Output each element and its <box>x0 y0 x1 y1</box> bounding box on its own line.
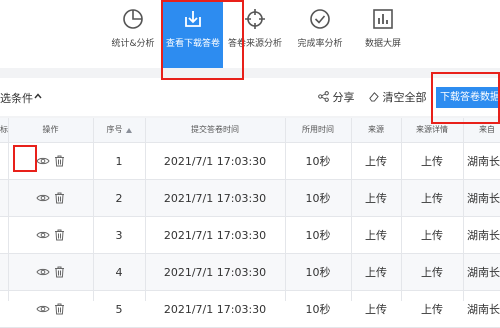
tool-completion-rate[interactable]: 完成率分析 <box>290 0 350 68</box>
column-header: 所用时间 <box>302 125 334 134</box>
source: 上传 <box>365 266 387 279</box>
source: 上传 <box>365 303 387 316</box>
column-header: 提交答卷时间 <box>191 125 239 134</box>
eye-icon[interactable] <box>36 304 50 314</box>
tool-view-download-responses[interactable]: 查看下载答卷 <box>163 0 223 68</box>
table-row: 2 2021/7/1 17:03:30 10秒 上传 上传 湖南长沙 <box>0 180 500 217</box>
pie-chart-icon <box>123 9 143 29</box>
tool-data-screen[interactable]: 数据大屏 <box>353 0 413 68</box>
table-row: 1 2021/7/1 17:03:30 10秒 上传 上传 湖南长沙 <box>0 143 500 180</box>
column-header-label: 序号 <box>106 125 123 134</box>
column-header: 来源 <box>368 125 384 134</box>
download-icon <box>185 11 201 27</box>
share-button[interactable]: 分享 <box>318 89 355 105</box>
column-divider <box>8 118 9 301</box>
source-detail: 上传 <box>421 303 443 316</box>
eye-icon[interactable] <box>36 267 50 277</box>
trash-icon[interactable] <box>54 192 65 204</box>
source-detail: 上传 <box>421 155 443 168</box>
share-icon <box>318 91 329 102</box>
row-actions <box>8 180 93 216</box>
column-header: 来源详情 <box>416 125 448 134</box>
share-label: 分享 <box>332 91 355 104</box>
row-actions <box>8 254 93 290</box>
row-index: 2 <box>115 191 123 205</box>
clear-all-label: 清空全部 <box>382 91 427 104</box>
trash-icon[interactable] <box>54 266 65 278</box>
eraser-icon <box>369 92 379 102</box>
submit-time: 2021/7/1 17:03:30 <box>163 191 267 205</box>
filter-conditions-toggle[interactable]: 选条件 <box>0 90 33 106</box>
table-header: 标 操作 序号 提交答卷时间 所用时间 来源 来源详情 来自 <box>0 118 500 143</box>
eye-icon[interactable] <box>36 156 50 166</box>
tool-label: 查看下载答卷 <box>165 39 220 49</box>
column-header-sortable[interactable]: 序号 <box>93 118 145 142</box>
table-row: 5 2021/7/1 17:03:30 10秒 上传 上传 湖南长沙 <box>0 291 500 328</box>
check-circle-icon <box>310 9 330 29</box>
time-spent: 10秒 <box>305 155 331 168</box>
row-actions <box>8 291 93 327</box>
column-header: 来自 <box>479 125 495 134</box>
row-actions <box>8 143 93 179</box>
column-divider <box>93 118 94 301</box>
from-location: 湖南长沙 <box>467 155 500 168</box>
source: 上传 <box>365 229 387 242</box>
submit-time: 2021/7/1 17:03:30 <box>163 302 267 316</box>
tool-label: 答卷来源分析 <box>227 39 282 49</box>
submit-time: 2021/7/1 17:03:30 <box>163 228 267 242</box>
source-detail: 上传 <box>421 229 443 242</box>
source-detail: 上传 <box>421 266 443 279</box>
eye-icon[interactable] <box>36 193 50 203</box>
source: 上传 <box>365 155 387 168</box>
submit-time: 2021/7/1 17:03:30 <box>163 154 267 168</box>
time-spent: 10秒 <box>305 192 331 205</box>
row-index: 3 <box>115 228 123 242</box>
row-actions <box>8 217 93 253</box>
column-divider <box>463 118 464 301</box>
top-toolbar: 统计&分析 查看下载答卷 答卷来源分析 完成率分析 数据大屏 <box>0 0 500 68</box>
column-divider <box>285 118 286 301</box>
clear-all-button[interactable]: 清空全部 <box>368 89 427 105</box>
trash-icon[interactable] <box>54 303 65 315</box>
time-spent: 10秒 <box>305 303 331 316</box>
eye-icon[interactable] <box>36 230 50 240</box>
column-divider <box>351 118 352 301</box>
tool-label: 统计&分析 <box>111 39 155 49</box>
table-row: 4 2021/7/1 17:03:30 10秒 上传 上传 湖南长沙 <box>0 254 500 291</box>
column-divider <box>145 118 146 301</box>
tool-label: 数据大屏 <box>364 39 401 49</box>
row-index: 1 <box>115 154 123 168</box>
crosshair-icon <box>245 9 265 29</box>
time-spent: 10秒 <box>305 266 331 279</box>
chevron-up-icon[interactable] <box>34 92 42 100</box>
trash-icon[interactable] <box>54 155 65 167</box>
from-location: 湖南长沙 <box>467 303 500 316</box>
from-location: 湖南长沙 <box>467 266 500 279</box>
table-row: 3 2021/7/1 17:03:30 10秒 上传 上传 湖南长沙 <box>0 217 500 254</box>
submit-time: 2021/7/1 17:03:30 <box>163 265 267 279</box>
filter-bar: 选条件 分享 清空全部 下载答卷数据 <box>0 78 500 116</box>
column-divider <box>401 118 402 301</box>
trash-icon[interactable] <box>54 229 65 241</box>
time-spent: 10秒 <box>305 229 331 242</box>
tool-source-analysis[interactable]: 答卷来源分析 <box>225 0 285 68</box>
column-header: 操作 <box>42 125 59 134</box>
row-index: 4 <box>115 265 123 279</box>
from-location: 湖南长沙 <box>467 229 500 242</box>
source: 上传 <box>365 192 387 205</box>
row-index: 5 <box>115 302 123 316</box>
tool-label: 完成率分析 <box>297 39 343 49</box>
sort-up-icon <box>125 127 132 133</box>
bar-chart-icon <box>373 9 393 29</box>
tool-statistics-analysis[interactable]: 统计&分析 <box>103 0 163 68</box>
download-data-button[interactable]: 下载答卷数据 <box>436 87 500 108</box>
source-detail: 上传 <box>421 192 443 205</box>
from-location: 湖南长沙 <box>467 192 500 205</box>
responses-table: 标 操作 序号 提交答卷时间 所用时间 来源 来源详情 来自 1 2021/7/… <box>0 118 500 328</box>
column-header: 标 <box>0 125 8 134</box>
